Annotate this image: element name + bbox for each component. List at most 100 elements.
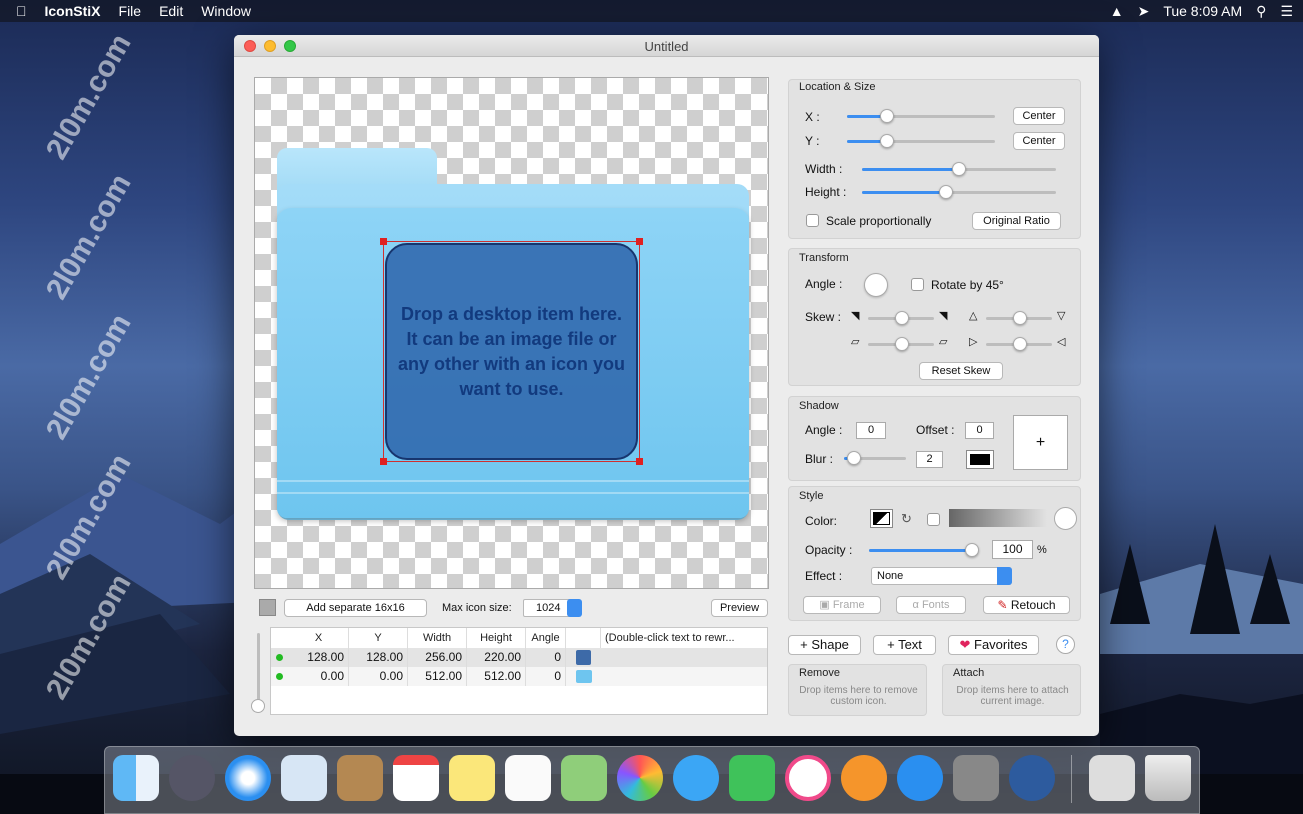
reminders-icon[interactable] xyxy=(505,755,551,801)
attach-drop-zone[interactable]: Attach Drop items here to attach current… xyxy=(942,664,1081,716)
column-header-angle[interactable]: Angle xyxy=(526,628,566,648)
shadow-color-well[interactable] xyxy=(966,450,994,469)
app-store-icon[interactable] xyxy=(897,755,943,801)
help-button[interactable]: ? xyxy=(1056,635,1075,654)
height-slider-knob[interactable] xyxy=(939,185,953,199)
opacity-field[interactable]: 100 xyxy=(992,540,1033,559)
apple-menu-icon[interactable]:  xyxy=(0,3,36,19)
itunes-icon[interactable] xyxy=(785,755,831,801)
selection-frame[interactable] xyxy=(383,241,640,462)
reset-color-icon[interactable]: ↻ xyxy=(901,511,912,527)
mail-icon[interactable] xyxy=(281,755,327,801)
gradient-checkbox[interactable] xyxy=(927,513,940,526)
cell-y[interactable]: 128.00 xyxy=(349,648,408,667)
skew-vertical-bottom-slider[interactable] xyxy=(986,337,1052,351)
angle-dial[interactable] xyxy=(864,273,888,297)
notes-icon[interactable] xyxy=(449,755,495,801)
cell-angle[interactable]: 0 xyxy=(526,667,566,686)
column-header-width[interactable]: Width xyxy=(408,628,467,648)
scale-proportionally-checkbox[interactable] xyxy=(806,214,819,227)
iconstix-icon[interactable] xyxy=(1009,755,1055,801)
shadow-blur-slider[interactable] xyxy=(844,451,906,465)
original-ratio-button[interactable]: Original Ratio xyxy=(972,212,1061,230)
finder-icon[interactable] xyxy=(113,755,159,801)
maps-icon[interactable] xyxy=(561,755,607,801)
column-header-x[interactable]: X xyxy=(289,628,349,648)
trash-icon[interactable] xyxy=(1145,755,1191,801)
add-separate-button[interactable]: Add separate 16x16 xyxy=(284,599,427,617)
safari-icon[interactable] xyxy=(225,755,271,801)
resize-handle[interactable] xyxy=(636,458,643,465)
rotate-45-checkbox[interactable] xyxy=(911,278,924,291)
menu-window[interactable]: Window xyxy=(192,3,260,19)
notification-center-icon[interactable]: ☰ xyxy=(1280,3,1293,20)
app-menu[interactable]: IconStiX xyxy=(36,3,110,19)
spotlight-search-icon[interactable]: ⚲ xyxy=(1256,3,1266,20)
menu-file[interactable]: File xyxy=(110,3,151,19)
column-header-height[interactable]: Height xyxy=(467,628,526,648)
shadow-blur-field[interactable]: 2 xyxy=(916,451,943,468)
width-slider-knob[interactable] xyxy=(952,162,966,176)
color-well[interactable] xyxy=(259,599,276,616)
contacts-icon[interactable] xyxy=(337,755,383,801)
x-slider-knob[interactable] xyxy=(880,109,894,123)
select-arrow-icon[interactable] xyxy=(997,567,1012,585)
retouch-button[interactable]: ✎ Retouch xyxy=(983,596,1070,614)
effect-select[interactable]: None xyxy=(871,567,1012,585)
cell-width[interactable]: 256.00 xyxy=(408,648,467,667)
cell-width[interactable]: 512.00 xyxy=(408,667,467,686)
photos-icon[interactable] xyxy=(617,755,663,801)
clock[interactable]: Tue 8:09 AM xyxy=(1163,3,1242,19)
resize-handle[interactable] xyxy=(380,238,387,245)
center-x-button[interactable]: Center xyxy=(1013,107,1065,125)
table-row[interactable]: 0.00 0.00 512.00 512.00 0 xyxy=(271,667,767,686)
cell-x[interactable]: 0.00 xyxy=(289,667,349,686)
cell-x[interactable]: 128.00 xyxy=(289,648,349,667)
resize-handle[interactable] xyxy=(380,458,387,465)
shadow-angle-field[interactable]: 0 xyxy=(856,422,886,439)
frame-button[interactable]: ▣ Frame xyxy=(803,596,881,614)
opacity-knob[interactable] xyxy=(965,543,979,557)
y-slider-knob[interactable] xyxy=(880,134,894,148)
width-slider[interactable] xyxy=(862,162,1056,176)
skew-knob[interactable] xyxy=(895,311,909,325)
fonts-button[interactable]: α Fonts xyxy=(896,596,966,614)
ibooks-icon[interactable] xyxy=(841,755,887,801)
column-header-y[interactable]: Y xyxy=(349,628,408,648)
shadow-offset-field[interactable]: 0 xyxy=(965,422,994,439)
title-bar[interactable]: Untitled xyxy=(234,35,1099,57)
add-text-button[interactable]: + Text xyxy=(873,635,936,655)
gradient-angle-dial[interactable] xyxy=(1054,507,1077,530)
reset-skew-button[interactable]: Reset Skew xyxy=(919,362,1003,380)
table-row[interactable]: 128.00 128.00 256.00 220.00 0 xyxy=(271,648,767,667)
stepper-icon[interactable] xyxy=(567,599,582,617)
remove-drop-zone[interactable]: Remove Drop items here to remove custom … xyxy=(788,664,927,716)
add-shape-button[interactable]: + Shape xyxy=(788,635,861,655)
cell-height[interactable]: 512.00 xyxy=(467,667,526,686)
skew-knob[interactable] xyxy=(1013,337,1027,351)
y-slider[interactable] xyxy=(847,134,995,148)
cell-angle[interactable]: 0 xyxy=(526,648,566,667)
shadow-preview-box[interactable]: + xyxy=(1013,415,1068,470)
skew-knob[interactable] xyxy=(895,337,909,351)
center-y-button[interactable]: Center xyxy=(1013,132,1065,150)
icon-canvas[interactable]: Drop a desktop item here. It can be an i… xyxy=(254,77,769,589)
opacity-slider[interactable] xyxy=(869,543,979,557)
system-preferences-icon[interactable] xyxy=(953,755,999,801)
skew-knob[interactable] xyxy=(1013,311,1027,325)
calendar-icon[interactable] xyxy=(393,755,439,801)
messages-icon[interactable] xyxy=(673,755,719,801)
downloads-icon[interactable] xyxy=(1089,755,1135,801)
x-slider[interactable] xyxy=(847,109,995,123)
layer-table[interactable]: X Y Width Height Angle (Double-click tex… xyxy=(270,627,768,715)
skew-vertical-top-slider[interactable] xyxy=(986,311,1052,325)
skew-horizontal-top-slider[interactable] xyxy=(868,311,934,325)
facetime-icon[interactable] xyxy=(729,755,775,801)
max-icon-size-field[interactable]: 1024 xyxy=(523,599,573,617)
fill-color-well[interactable] xyxy=(870,509,893,528)
menu-edit[interactable]: Edit xyxy=(150,3,192,19)
gradient-bar[interactable] xyxy=(949,509,1047,527)
zoom-slider[interactable] xyxy=(257,633,260,703)
train-icon[interactable]: ▲ xyxy=(1110,3,1124,19)
launchpad-icon[interactable] xyxy=(169,755,215,801)
